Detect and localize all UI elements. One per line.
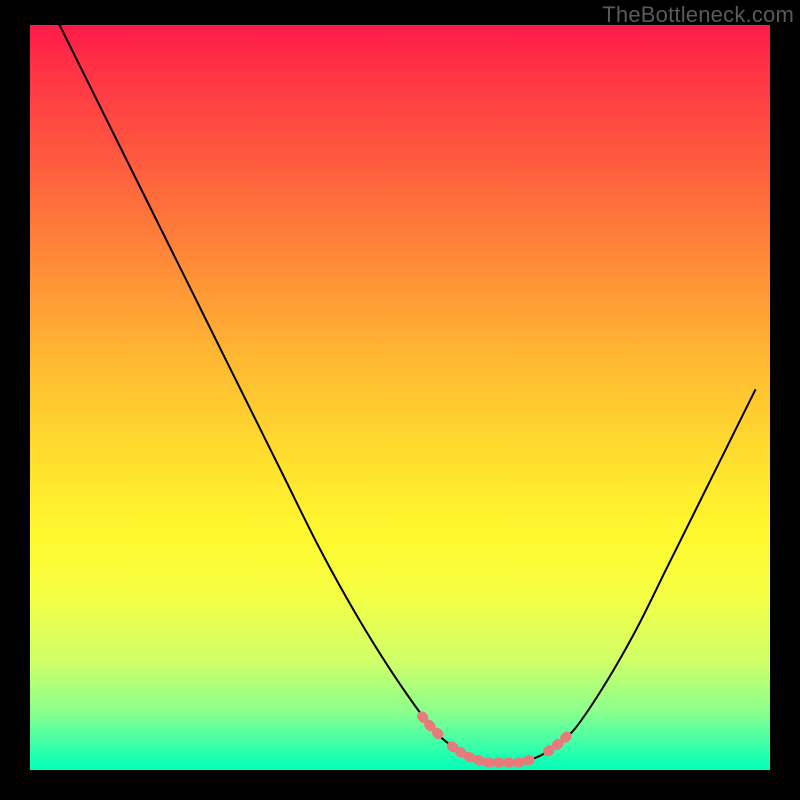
- chart-container: TheBottleneck.com: [0, 0, 800, 800]
- series-curve: [60, 25, 756, 763]
- series-highlight-left: [422, 716, 444, 740]
- chart-overlay: [30, 25, 770, 770]
- series-highlight-flat: [452, 746, 533, 762]
- series-highlight-right: [548, 733, 570, 752]
- plot-area: [30, 25, 770, 770]
- watermark-text: TheBottleneck.com: [602, 2, 794, 28]
